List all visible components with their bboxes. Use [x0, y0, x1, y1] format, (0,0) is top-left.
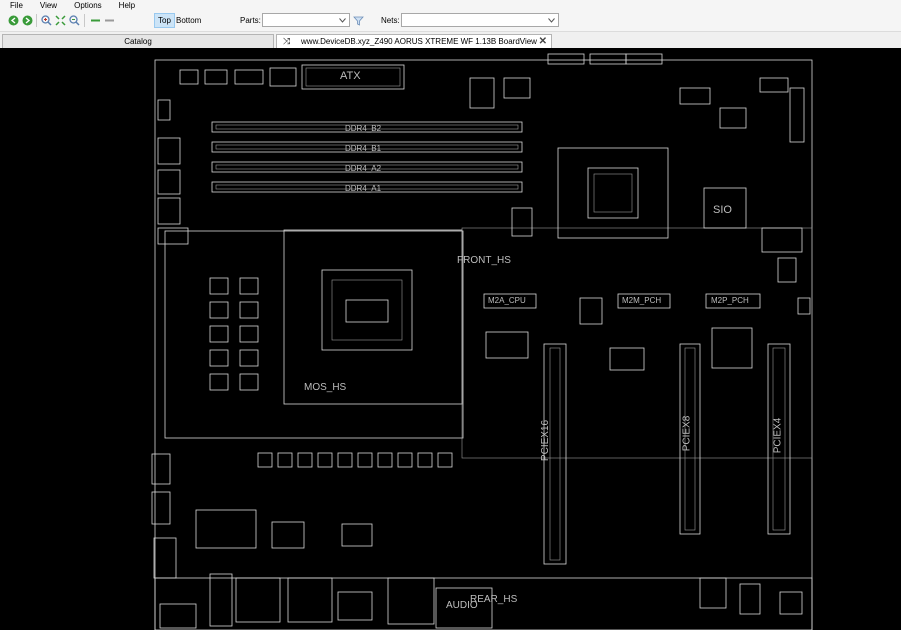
m2a-cpu-label: M2A_CPU	[488, 296, 526, 305]
zoom-in-icon[interactable]	[40, 14, 52, 26]
parts-label: Parts:	[240, 16, 261, 25]
mos-hs-label: MOS_HS	[304, 382, 347, 393]
toolbar-separator	[36, 14, 37, 27]
chevron-down-icon	[338, 15, 347, 25]
menu-view[interactable]: View	[30, 0, 64, 11]
front-hs-region	[461, 227, 813, 459]
fit-screen-icon[interactable]	[54, 14, 66, 26]
ddr-b1-label: DDR4_B1	[345, 144, 382, 153]
menu-bar: File View Options Help	[0, 0, 901, 11]
board-outline	[154, 59, 813, 630]
board-canvas[interactable]: ATX DDR4_B2 DDR4_B1 DDR4_A2 DDR4_A1 FRON…	[0, 48, 901, 630]
minus-gray-icon[interactable]	[103, 14, 115, 26]
back-icon[interactable]	[7, 14, 19, 26]
ddr-a2-label: DDR4_A2	[345, 164, 382, 173]
nets-label: Nets:	[381, 16, 400, 25]
tab-boardview-label: www.DeviceDB.xyz_Z490 AORUS XTREME WF 1.…	[301, 37, 537, 46]
forward-icon[interactable]	[21, 14, 33, 26]
search-parts-icon[interactable]	[352, 14, 364, 26]
tab-catalog-label: Catalog	[124, 37, 152, 46]
close-icon[interactable]: ✕	[539, 35, 547, 48]
rear-hs-label: REAR_HS	[470, 594, 518, 605]
menu-help[interactable]: Help	[109, 0, 142, 11]
chevron-down-icon	[547, 15, 556, 25]
front-hs-label: FRONT_HS	[457, 255, 511, 266]
pciex8-label: PCIEX8	[681, 415, 693, 452]
m2m-pch-label: M2M_PCH	[622, 296, 662, 305]
ddr-a1-label: DDR4_A1	[345, 184, 382, 193]
bottom-layer-button[interactable]: Bottom	[173, 14, 204, 27]
tab-boardview[interactable]: ⤨ www.DeviceDB.xyz_Z490 AORUS XTREME WF …	[276, 34, 552, 48]
pciex16-label: PCIEX16	[540, 419, 552, 462]
top-layer-button[interactable]: Top	[154, 13, 175, 28]
board-drawing	[151, 53, 813, 630]
atx-label: ATX	[340, 70, 361, 82]
pch-chip	[557, 147, 669, 239]
tab-strip: Catalog ⤨ www.DeviceDB.xyz_Z490 AORUS XT…	[0, 32, 901, 48]
toolbar-separator	[84, 14, 85, 27]
menu-options[interactable]: Options	[64, 0, 109, 11]
minus-green-icon[interactable]	[89, 14, 101, 26]
menu-file[interactable]: File	[0, 0, 30, 11]
cpu-socket	[283, 229, 463, 405]
sio-label: SIO	[713, 204, 732, 216]
pciex4-label: PCIEX4	[772, 417, 784, 454]
m2p-pch-label: M2P_PCH	[711, 296, 749, 305]
toolbar: Top Bottom Parts: Nets:	[0, 11, 901, 32]
nets-select[interactable]	[401, 13, 559, 27]
zoom-out-icon[interactable]	[68, 14, 80, 26]
parts-select[interactable]	[262, 13, 350, 27]
tab-catalog[interactable]: Catalog	[2, 34, 274, 48]
pin-icon: ⤨	[283, 36, 291, 46]
ddr-b2-label: DDR4_B2	[345, 124, 382, 133]
